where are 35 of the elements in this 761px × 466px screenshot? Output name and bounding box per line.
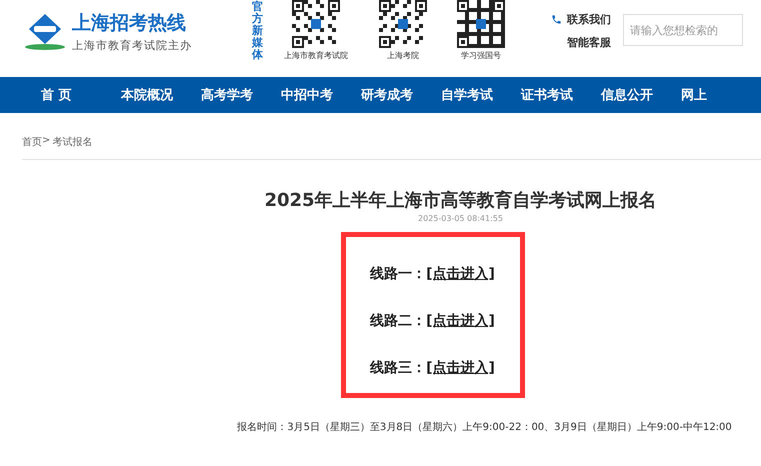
- service-link[interactable]: 智能客服: [567, 35, 611, 50]
- nav-item[interactable]: 信息公开: [601, 86, 681, 104]
- qr-code-label: 上海市教育考试院: [284, 50, 348, 61]
- enter-link[interactable]: [点击进入]: [426, 358, 495, 377]
- enter-link[interactable]: [点击进入]: [426, 265, 495, 284]
- nav-item[interactable]: 高考学考: [201, 86, 281, 104]
- nav-item[interactable]: 证书考试: [521, 86, 601, 104]
- qr-code-label: 学习强国号: [461, 50, 501, 61]
- route-label: 线路二：: [370, 312, 426, 330]
- registration-time-text: 报名时间：3月5日（星期三）至3月8日（星期六）上午9:00-22：00、3月9日（星期日）上午9:00-中午12:00: [237, 420, 732, 434]
- breadcrumb-separator: >: [42, 135, 50, 148]
- nav-item[interactable]: 本院概况: [121, 86, 201, 104]
- article-date: 2025-03-05 08:41:55: [418, 214, 503, 223]
- route-label: 线路一：: [370, 265, 426, 284]
- qr-code-icon: [457, 0, 505, 48]
- qr-code-icon: [379, 0, 427, 48]
- search-field[interactable]: 请输入您想检索的: [623, 14, 743, 46]
- nav-item[interactable]: 研考成考: [361, 86, 441, 104]
- route-label: 线路三：: [370, 358, 426, 377]
- nav-item[interactable]: 自学考试: [441, 86, 521, 104]
- nav-item[interactable]: 中招中考: [281, 86, 361, 104]
- site-title: 上海招考热线: [72, 11, 187, 36]
- site-subtitle: 上海市教育考试院主办: [72, 38, 192, 53]
- nav-item[interactable]: 首 页: [41, 86, 121, 104]
- breadcrumb-link[interactable]: 考试报名: [52, 135, 92, 149]
- phone-icon: [551, 14, 562, 25]
- article-title: 2025年上半年上海市高等教育自学考试网上报名: [264, 189, 657, 212]
- qr-code-label: 上海考院: [387, 50, 419, 61]
- media-label: 官方新媒体: [252, 1, 263, 62]
- qr-code-icon: [292, 0, 340, 48]
- nav-item[interactable]: 网上: [681, 86, 761, 104]
- contact-link[interactable]: 联系我们: [567, 12, 611, 27]
- logo-icon: [24, 12, 66, 50]
- enter-link[interactable]: [点击进入]: [426, 312, 495, 330]
- breadcrumb-link[interactable]: 首页: [22, 135, 42, 149]
